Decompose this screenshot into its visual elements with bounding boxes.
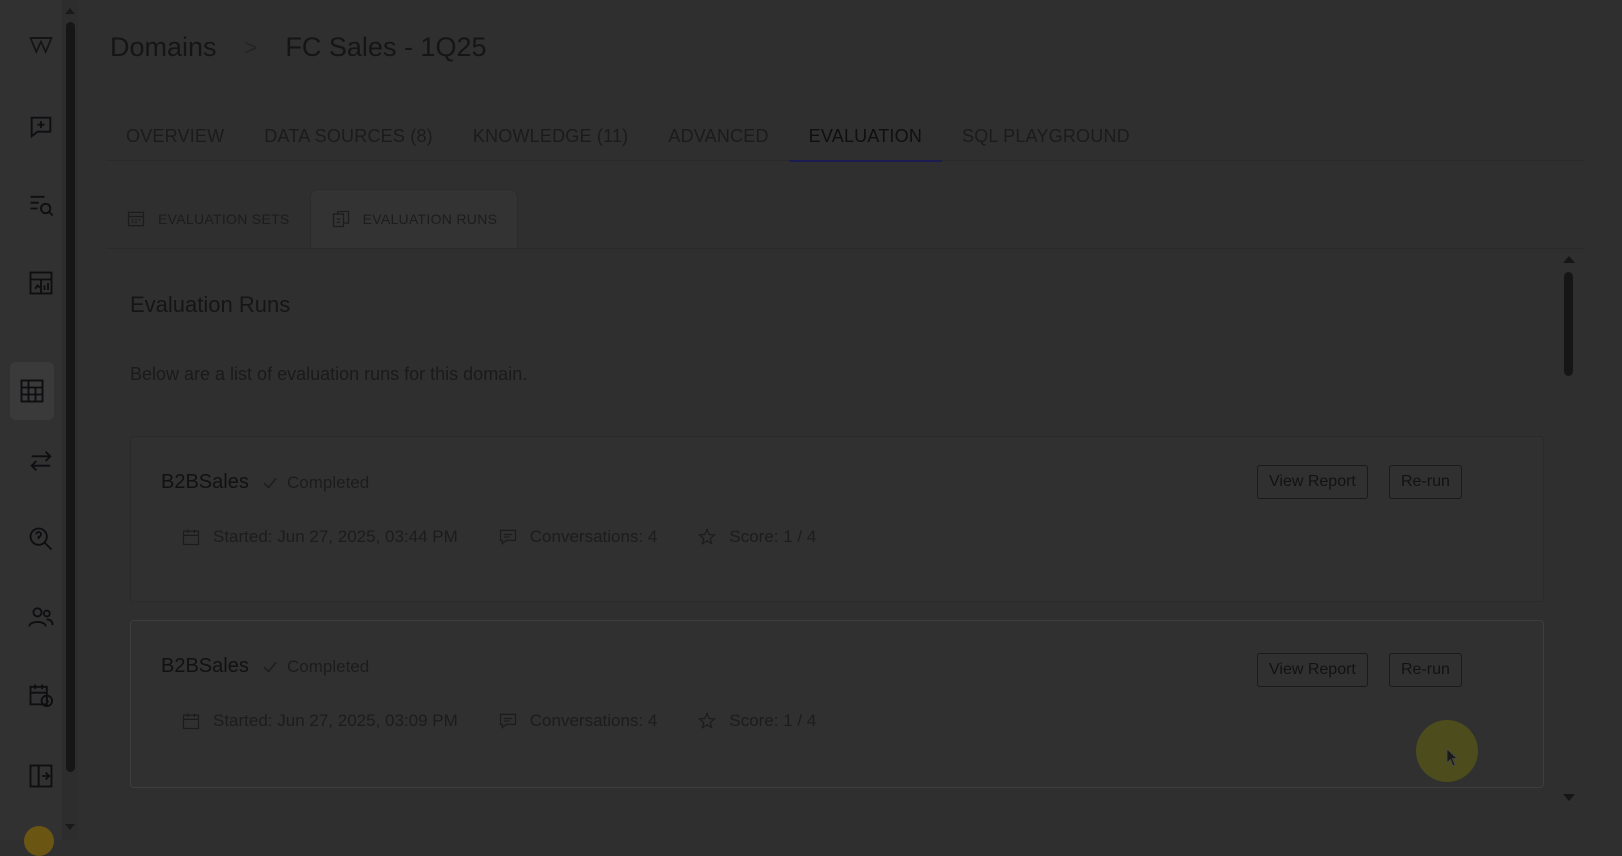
status-badge: Completed <box>261 657 369 677</box>
run-conversations: Conversations: 4 <box>498 527 658 547</box>
transfer-icon[interactable] <box>20 440 62 482</box>
run-score: Score: 1 / 4 <box>697 527 816 547</box>
tab-knowledge[interactable]: KNOWLEDGE (11) <box>453 120 649 160</box>
score-text: Score: 1 / 4 <box>729 527 817 546</box>
check-icon <box>263 662 277 673</box>
query-search-icon[interactable] <box>20 518 62 560</box>
tab-sql-playground[interactable]: SQL PLAYGROUND <box>942 120 1150 160</box>
scroll-down-arrow[interactable] <box>1563 794 1575 801</box>
evaluation-run-card: B2BSales Completed Started: Jun 27, 2025… <box>130 436 1544 602</box>
star-icon <box>698 711 717 729</box>
sidebar-scrollbar[interactable] <box>62 0 78 840</box>
conversations-text: Conversations: 4 <box>529 527 658 546</box>
search-list-icon[interactable] <box>20 184 62 226</box>
run-meta: Started: Jun 27, 2025, 03:44 PM Conversa… <box>181 527 856 547</box>
run-meta: Started: Jun 27, 2025, 03:09 PM Conversa… <box>181 711 856 731</box>
rerun-button[interactable]: Re-run <box>1389 653 1462 687</box>
comment-icon <box>499 713 516 729</box>
started-text: Started: Jun 27, 2025, 03:09 PM <box>213 711 458 730</box>
dashboard-icon[interactable] <box>20 262 62 304</box>
copy-document-icon <box>332 210 349 228</box>
rerun-button[interactable]: Re-run <box>1389 465 1462 499</box>
run-started: Started: Jun 27, 2025, 03:09 PM <box>181 711 458 731</box>
evaluation-subtabs: EVALUATION SETS EVALUATION RUNS <box>106 189 1584 249</box>
scrollbar-thumb[interactable] <box>66 22 75 772</box>
subtab-label: EVALUATION SETS <box>158 211 290 227</box>
domains-table-icon[interactable] <box>10 362 54 420</box>
evaluation-run-card: B2BSales Completed Started: Jun 27, 2025… <box>130 620 1544 788</box>
logo-icon[interactable] <box>20 24 62 66</box>
users-icon[interactable] <box>20 596 62 638</box>
avatar[interactable] <box>24 826 54 856</box>
status-text: Completed <box>287 657 370 676</box>
run-name: B2BSales <box>161 655 249 677</box>
tab-evaluation[interactable]: EVALUATION <box>788 120 943 162</box>
score-text: Score: 1 / 4 <box>729 711 817 730</box>
page-title: FC Sales - 1Q25 <box>285 32 487 62</box>
scroll-up-arrow[interactable] <box>1563 256 1575 263</box>
run-name: B2BSales <box>161 471 249 493</box>
content-scrollbar[interactable] <box>1562 254 1576 802</box>
calendar-icon <box>182 713 200 730</box>
check-icon <box>263 478 277 489</box>
status-badge: Completed <box>261 473 369 493</box>
started-text: Started: Jun 27, 2025, 03:44 PM <box>213 527 458 546</box>
scrollbar-thumb[interactable] <box>1564 272 1573 376</box>
subtab-label: EVALUATION RUNS <box>362 211 498 227</box>
calendar-icon <box>182 529 200 546</box>
section-description: Below are a list of evaluation runs for … <box>130 364 528 384</box>
section-title: Evaluation Runs <box>130 292 291 317</box>
conversations-text: Conversations: 4 <box>529 711 658 730</box>
tab-data-sources[interactable]: DATA SOURCES (8) <box>244 120 453 160</box>
star-icon <box>698 527 717 545</box>
main-content: Domains > FC Sales - 1Q25 OVERVIEW DATA … <box>78 0 1622 840</box>
breadcrumb: Domains > FC Sales - 1Q25 <box>110 32 486 63</box>
new-chat-icon[interactable] <box>20 106 62 148</box>
comment-icon <box>499 529 516 545</box>
schedule-icon[interactable] <box>20 674 62 716</box>
run-conversations: Conversations: 4 <box>498 711 658 731</box>
status-text: Completed <box>287 473 370 492</box>
domain-tabs: OVERVIEW DATA SOURCES (8) KNOWLEDGE (11)… <box>106 120 1584 162</box>
chevron-right-icon: > <box>244 34 258 60</box>
scroll-up-arrow[interactable] <box>65 8 75 14</box>
run-score: Score: 1 / 4 <box>697 711 816 731</box>
subtab-evaluation-runs[interactable]: EVALUATION RUNS <box>309 189 519 248</box>
collapse-icon[interactable] <box>20 758 62 794</box>
breadcrumb-domains-link[interactable]: Domains <box>110 32 217 63</box>
run-started: Started: Jun 27, 2025, 03:44 PM <box>181 527 458 547</box>
view-report-button[interactable]: View Report <box>1257 653 1368 687</box>
table-icon <box>127 211 145 227</box>
tab-overview[interactable]: OVERVIEW <box>106 120 244 160</box>
subtab-evaluation-sets[interactable]: EVALUATION SETS <box>106 190 310 248</box>
view-report-button[interactable]: View Report <box>1257 465 1368 499</box>
scroll-down-arrow[interactable] <box>65 824 75 830</box>
mouse-cursor-icon <box>1446 748 1459 767</box>
left-sidebar <box>0 0 62 856</box>
tab-advanced[interactable]: ADVANCED <box>648 120 788 160</box>
